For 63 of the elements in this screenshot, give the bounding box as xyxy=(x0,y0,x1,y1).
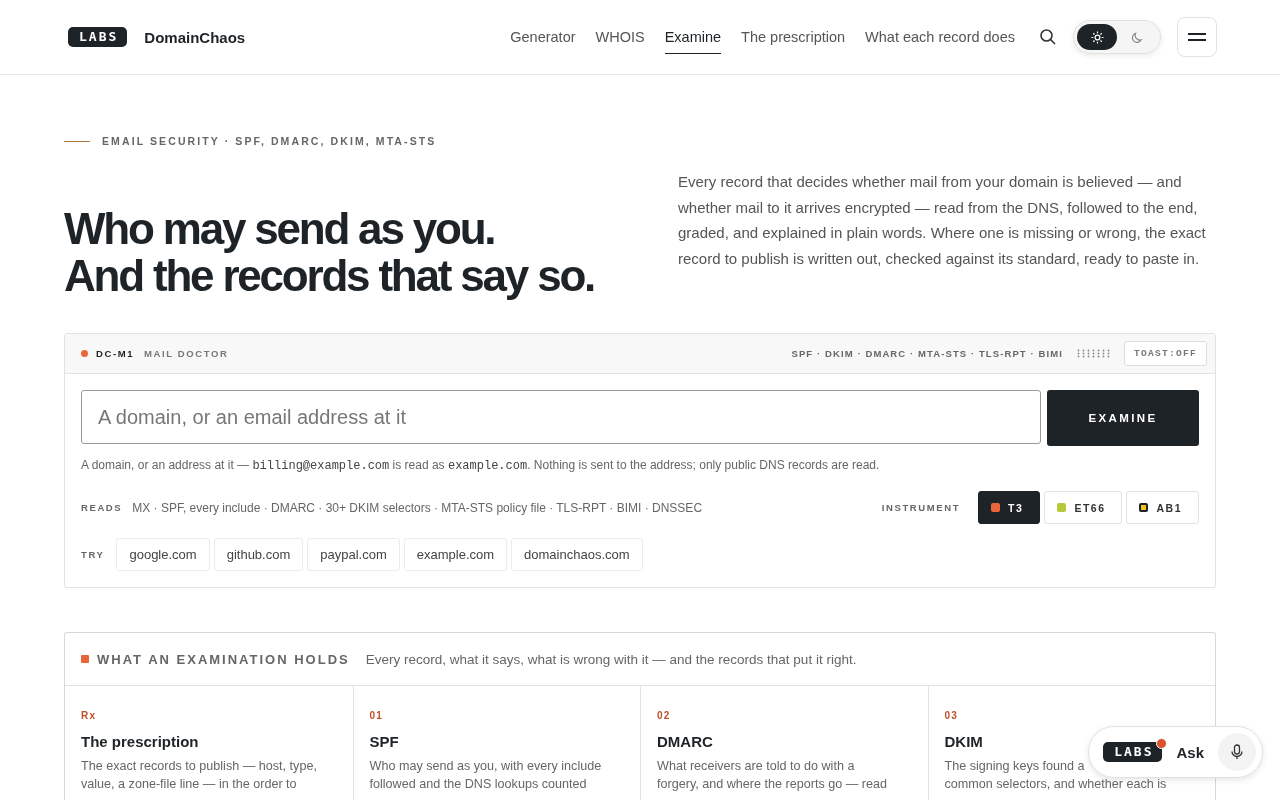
eyebrow-text: EMAIL SECURITY · SPF, DMARC, DKIM, MTA-STS xyxy=(102,135,437,147)
ask-widget[interactable]: LABS Ask xyxy=(1088,726,1263,778)
section-marker-icon xyxy=(81,655,89,663)
reads-label: READS xyxy=(81,502,123,513)
card-description: forgery, and where the reports go — read xyxy=(657,776,888,793)
grip-icon[interactable] xyxy=(1077,349,1110,358)
hero-title: Who may send as you. xyxy=(64,205,496,252)
nav-link[interactable]: Generator xyxy=(510,20,576,54)
record-list: SPF · DKIM · DMARC · MTA-STS · TLS-RPT · BIMI xyxy=(791,348,1063,359)
card-description: followed and the DNS lookups counted xyxy=(369,776,587,793)
card-description: The signing keys found a xyxy=(944,758,1085,775)
card-number: Rx xyxy=(81,710,98,721)
search-icon[interactable] xyxy=(1039,28,1057,46)
card-description: common selectors, and whether each is xyxy=(944,776,1167,793)
card-description: What receivers are told to do with a xyxy=(657,758,855,775)
instrument-button[interactable]: ET66 xyxy=(1044,491,1123,524)
instrument-label: INSTRUMENT xyxy=(881,502,961,513)
microphone-button[interactable] xyxy=(1218,733,1256,771)
moon-icon xyxy=(1130,30,1144,44)
panel-code: DC-M1 xyxy=(96,348,135,359)
status-dot xyxy=(81,350,88,357)
card-title: DKIM xyxy=(944,733,983,750)
card-description: value, a zone-file line — in the order to xyxy=(81,776,297,793)
example-domain-button[interactable]: github.com xyxy=(213,538,304,571)
example-domain-button[interactable]: example.com xyxy=(403,538,508,571)
card-number: 01 xyxy=(369,710,385,721)
examine-button[interactable]: EXAMINE xyxy=(1047,390,1199,446)
example-domain-button[interactable]: paypal.com xyxy=(307,538,400,571)
ask-button[interactable]: Ask xyxy=(1176,743,1204,761)
nav-link[interactable]: WHOIS xyxy=(595,20,645,54)
card-description: The exact records to publish — host, type, xyxy=(81,758,317,775)
instrument-button[interactable]: T3 xyxy=(978,491,1041,524)
nav-link[interactable]: What each record does xyxy=(865,20,1015,54)
hint-text: A domain, or an address at it — billing@example.com is read as example.com. Nothing is sent to the address; only public DNS records are read. xyxy=(81,458,881,473)
menu-button[interactable] xyxy=(1177,17,1217,57)
card-title: SPF xyxy=(369,733,399,750)
logo[interactable]: LABS xyxy=(68,27,128,47)
intro-paragraph: Every record that decides whether mail from your domain is believed — and whether mail to it arrives encrypted — read from the DNS, followed to the end, graded, and explained in plain words. Where one is missing or wrong, the exact record to publish is written out, checked against its standard, ready to paste in. xyxy=(678,172,1207,269)
hero-title: And the records that say so. xyxy=(64,252,596,299)
try-label: TRY xyxy=(81,549,105,560)
section-subtitle: Every record, what it says, what is wrong with it — and the records that put it right. xyxy=(365,651,857,667)
menu-icon xyxy=(1187,32,1207,42)
example-domain-button[interactable]: google.com xyxy=(116,538,210,571)
card-title: The prescription xyxy=(81,733,199,750)
card-title: DMARC xyxy=(657,733,713,750)
microphone-icon xyxy=(1231,744,1243,760)
reads-text: MX · SPF, every include · DMARC · 30+ DKIM selectors · MTA-STS policy file · TLS-RPT · BIMI · DNSSEC xyxy=(132,500,703,515)
card-description: Who may send as you, with every include xyxy=(369,758,602,775)
light-mode-button[interactable] xyxy=(1077,24,1117,50)
logo[interactable]: LABS xyxy=(1103,742,1163,762)
search-field[interactable]: A domain, or an email address at it xyxy=(81,390,1041,444)
panel-title: MAIL DOCTOR xyxy=(144,348,229,359)
theme-toggle[interactable] xyxy=(1073,20,1161,54)
brand-name[interactable]: DomainChaos xyxy=(144,28,246,46)
section-title: WHAT AN EXAMINATION HOLDS xyxy=(97,651,350,667)
sun-icon xyxy=(1090,30,1104,44)
example-domain-button[interactable]: domainchaos.com xyxy=(511,538,643,571)
toast-toggle[interactable]: TOAST:OFF xyxy=(1124,341,1207,366)
nav-link[interactable]: The prescription xyxy=(741,20,846,54)
nav-link[interactable]: Examine xyxy=(664,20,722,54)
card-number: 03 xyxy=(944,710,960,721)
card-number: 02 xyxy=(657,710,672,721)
instrument-button[interactable]: AB1 xyxy=(1126,491,1199,524)
